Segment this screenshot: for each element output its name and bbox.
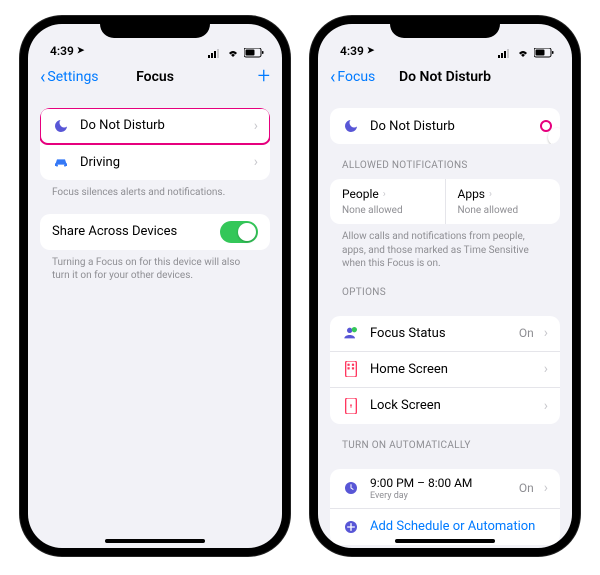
add-button[interactable]: + <box>258 66 270 88</box>
apps-sub: None allowed <box>458 205 549 216</box>
auto-group: 9:00 PM – 8:00 AM Every day On › Add Sch… <box>330 469 560 545</box>
row-home-screen[interactable]: Home Screen › <box>330 352 560 388</box>
row-label: Do Not Disturb <box>80 118 244 133</box>
allowed-caption: Allow calls and notifications from peopl… <box>330 224 560 271</box>
options-group: Focus Status On › Home Screen › Lock Scr… <box>330 316 560 424</box>
status-icons <box>498 48 554 58</box>
status-icons <box>208 48 264 58</box>
person-badge-icon <box>342 324 360 342</box>
row-label: Focus Status <box>370 326 509 341</box>
toggle-highlight <box>544 124 548 128</box>
share-group: Share Across Devices <box>40 214 270 250</box>
row-focus-status[interactable]: Focus Status On › <box>330 316 560 352</box>
chevron-right-icon: › <box>544 325 548 341</box>
content-right: Do Not Disturb ALLOWED NOTIFICATIONS Peo… <box>318 94 572 548</box>
location-icon: ➤ <box>367 46 375 56</box>
dnd-main-group: Do Not Disturb <box>330 108 560 144</box>
row-schedule[interactable]: 9:00 PM – 8:00 AM Every day On › <box>330 469 560 509</box>
focus-caption: Focus silences alerts and notifications. <box>40 180 270 200</box>
status-time: 4:39 <box>50 44 74 58</box>
section-options: OPTIONS <box>330 271 560 302</box>
focus-list: Do Not Disturb › Driving › <box>40 108 270 180</box>
car-icon <box>52 153 70 171</box>
wifi-icon <box>516 48 530 58</box>
clock-icon <box>342 479 360 497</box>
nav-bar: ‹ Settings Focus + <box>28 60 282 94</box>
section-allowed-notifications: ALLOWED NOTIFICATIONS <box>330 144 560 175</box>
chevron-right-icon: › <box>383 189 386 200</box>
screen-left: 4:39 ➤ ‹ Settings Focus + <box>28 24 282 548</box>
home-screen-icon <box>342 360 360 378</box>
row-dnd-toggle[interactable]: Do Not Disturb <box>330 108 560 144</box>
back-button[interactable]: ‹ Focus <box>330 67 375 88</box>
plus-circle-icon <box>342 518 360 536</box>
location-icon: ➤ <box>77 46 85 56</box>
notch <box>100 16 210 38</box>
chevron-right-icon: › <box>544 398 548 414</box>
row-label: Do Not Disturb <box>370 119 534 134</box>
moon-icon <box>342 117 360 135</box>
section-turn-on-auto: TURN ON AUTOMATICALLY <box>330 424 560 455</box>
row-label: Home Screen <box>370 362 534 377</box>
chevron-left-icon: ‹ <box>40 67 45 88</box>
schedule-time: 9:00 PM – 8:00 AM <box>370 476 509 490</box>
home-indicator[interactable] <box>395 539 495 543</box>
home-indicator[interactable] <box>105 539 205 543</box>
chevron-left-icon: ‹ <box>330 67 335 88</box>
battery-icon <box>244 48 264 58</box>
back-label: Settings <box>47 69 98 85</box>
allowed-split: People› None allowed Apps› None allowed <box>330 179 560 224</box>
status-time: 4:39 <box>340 44 364 58</box>
row-do-not-disturb[interactable]: Do Not Disturb › <box>40 108 270 144</box>
chevron-right-icon: › <box>544 361 548 377</box>
chevron-right-icon: › <box>544 480 548 496</box>
apps-cell[interactable]: Apps› None allowed <box>446 179 561 224</box>
row-value: On <box>519 481 534 495</box>
row-label: Driving <box>80 155 244 170</box>
row-label: Lock Screen <box>370 398 534 413</box>
cellular-icon <box>498 49 512 58</box>
chevron-right-icon: › <box>254 118 258 134</box>
share-toggle[interactable] <box>220 221 258 243</box>
row-label: Add Schedule or Automation <box>370 519 548 534</box>
row-label: Share Across Devices <box>52 224 210 239</box>
people-label: People <box>342 187 379 201</box>
row-share-across-devices[interactable]: Share Across Devices <box>40 214 270 250</box>
wifi-icon <box>226 48 240 58</box>
phone-right: 4:39 ➤ ‹ Focus Do Not Disturb <box>310 16 580 556</box>
content-left: Do Not Disturb › Driving › Focus silence… <box>28 94 282 548</box>
notch <box>390 16 500 38</box>
moon-icon <box>52 117 70 135</box>
battery-icon <box>534 48 554 58</box>
lock-screen-icon <box>342 397 360 415</box>
people-sub: None allowed <box>342 205 433 216</box>
people-cell[interactable]: People › None allowed <box>330 179 446 224</box>
screen-right: 4:39 ➤ ‹ Focus Do Not Disturb <box>318 24 572 548</box>
page-title: Do Not Disturb <box>399 69 491 85</box>
back-label: Focus <box>337 69 375 85</box>
schedule-sub: Every day <box>370 491 509 501</box>
auto-caption: Have this Focus turn on automatically at… <box>330 545 560 549</box>
page-title: Focus <box>136 69 174 85</box>
apps-label: Apps <box>458 187 486 201</box>
phone-left: 4:39 ➤ ‹ Settings Focus + <box>20 16 290 556</box>
share-caption: Turning a Focus on for this device will … <box>40 250 270 283</box>
nav-bar: ‹ Focus Do Not Disturb <box>318 60 572 94</box>
back-button[interactable]: ‹ Settings <box>40 67 99 88</box>
row-lock-screen[interactable]: Lock Screen › <box>330 388 560 424</box>
chevron-right-icon: › <box>254 154 258 170</box>
cellular-icon <box>208 49 222 58</box>
row-driving[interactable]: Driving › <box>40 144 270 180</box>
chevron-right-icon: › <box>489 189 492 200</box>
row-value: On <box>519 326 534 340</box>
